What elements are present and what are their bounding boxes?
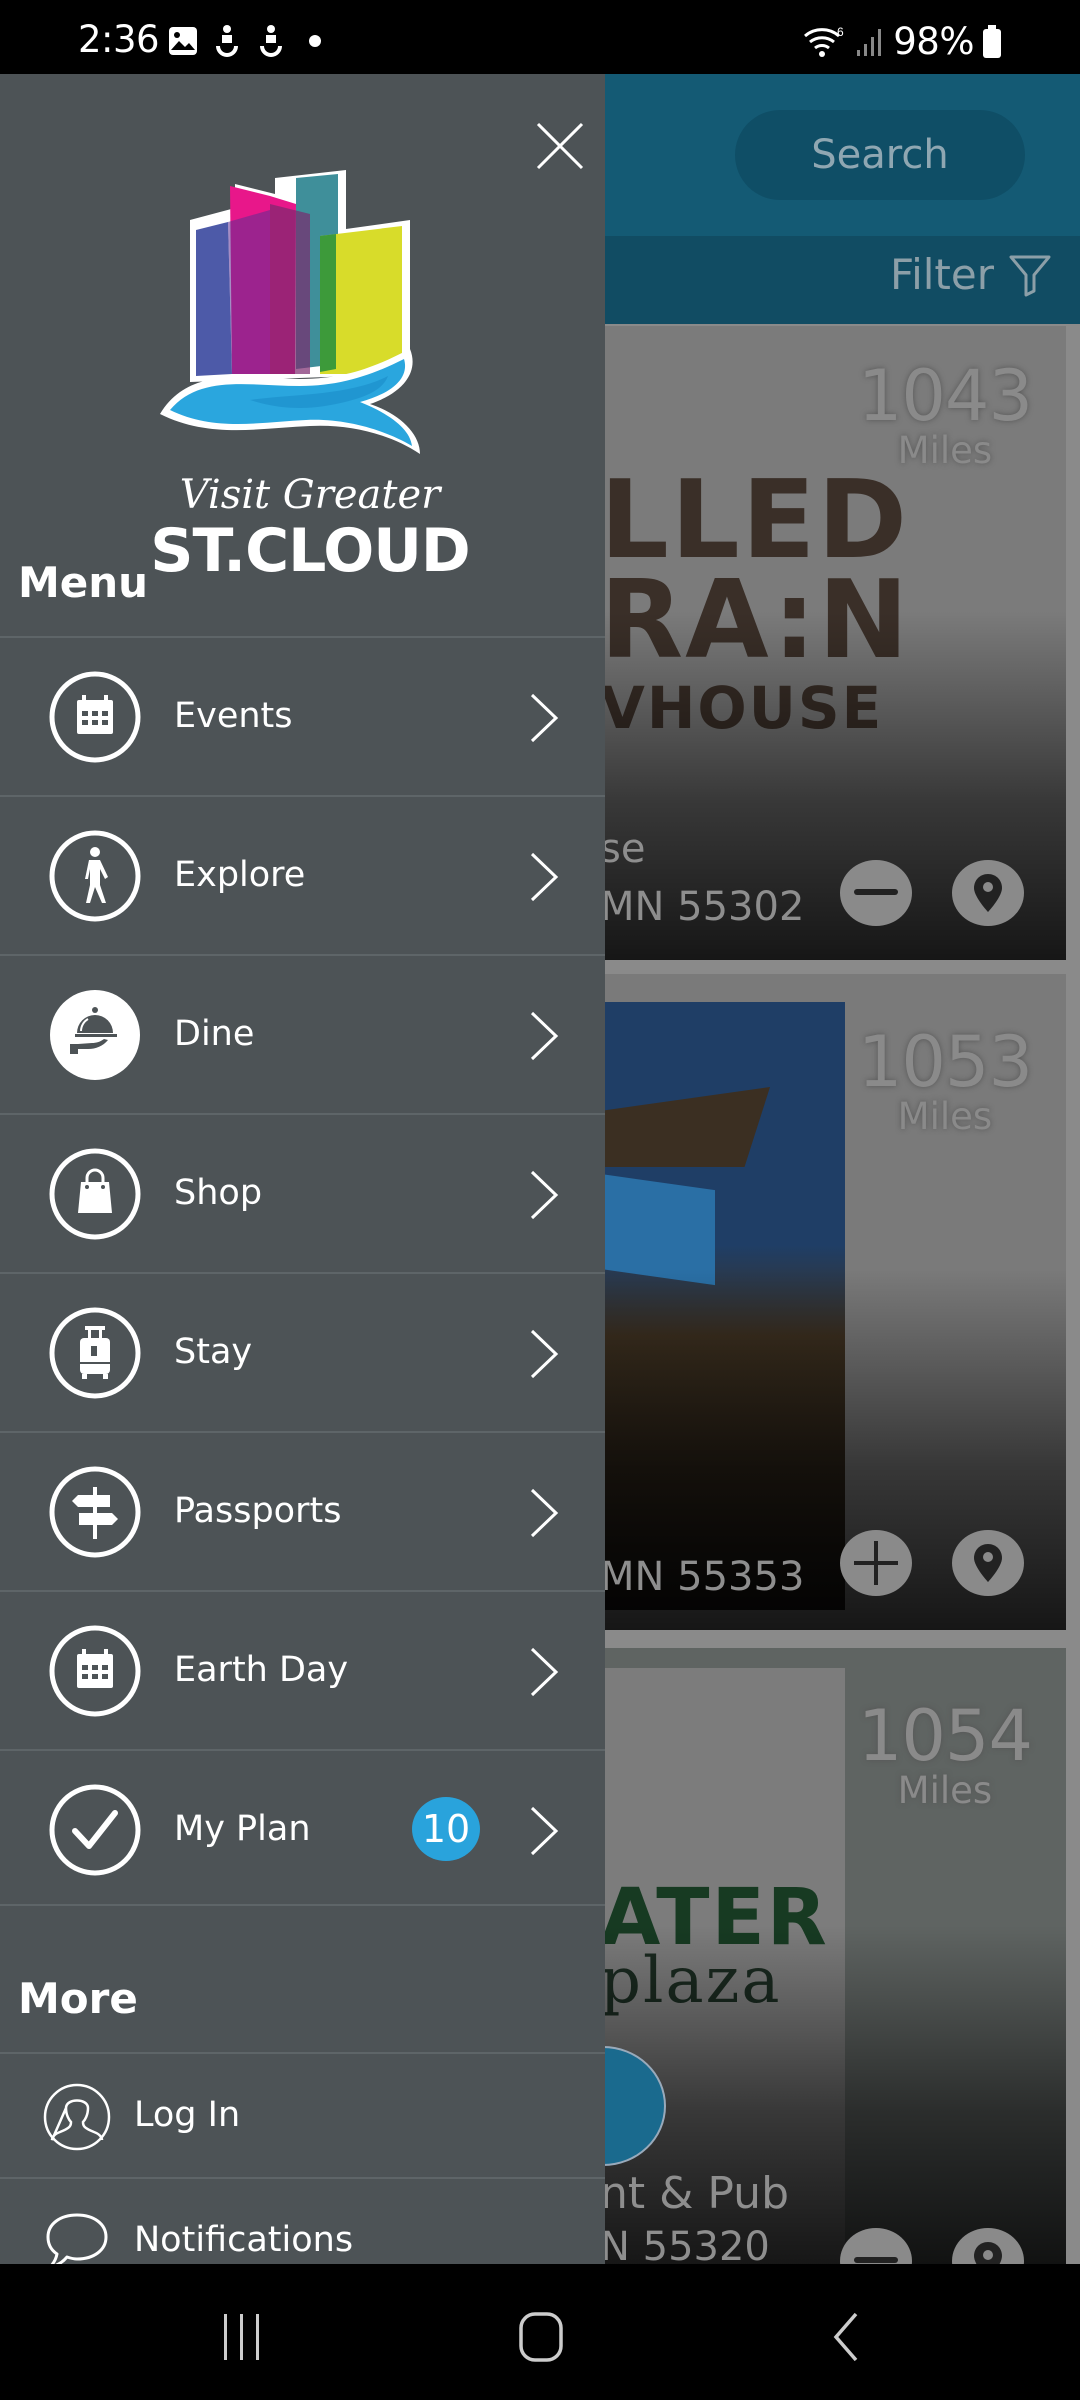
luggage-icon (49, 1307, 141, 1399)
menu-item-my-plan[interactable]: My Plan 10 (0, 1751, 605, 1908)
checkmark-icon (49, 1784, 141, 1876)
filter-button[interactable]: Filter (890, 250, 1052, 299)
search-button[interactable]: Search (735, 110, 1025, 200)
walking-person-icon (49, 830, 141, 922)
recent-apps-icon[interactable] (218, 2310, 266, 2364)
accessibility-icon (216, 25, 238, 57)
minus-icon (854, 2257, 898, 2263)
signpost-icon (49, 1466, 141, 1558)
calendar-icon (49, 671, 141, 763)
battery-icon (983, 24, 1001, 58)
menu-section-title: Menu (18, 558, 149, 607)
system-icons: 6 98% (803, 20, 1002, 63)
map-pin-icon (974, 874, 1002, 912)
dot-icon (309, 35, 321, 47)
calendar-icon (49, 1625, 141, 1717)
serving-cloche-icon (50, 990, 140, 1080)
chevron-right-icon (530, 693, 559, 743)
logo-st-cloud: ST.CLOUD (150, 516, 470, 586)
menu-item-events[interactable]: Events (0, 638, 605, 795)
chevron-right-icon (530, 1011, 559, 1061)
home-icon[interactable] (518, 2310, 566, 2364)
system-nav-bar (0, 2264, 1080, 2400)
map-pin-icon (974, 2242, 1002, 2264)
menu-item-explore[interactable]: Explore (0, 797, 605, 954)
status-time: 2:36 (78, 18, 160, 61)
menu-item-label: Explore (174, 855, 306, 895)
funnel-icon (1009, 255, 1051, 296)
menu-item-label: Shop (174, 1173, 263, 1213)
user-icon (43, 2083, 111, 2151)
menu-item-label: Dine (174, 1014, 255, 1054)
divider (0, 1904, 605, 1906)
menu-item-label: Earth Day (174, 1650, 349, 1690)
more-item-log-in[interactable]: Log In (0, 2054, 605, 2177)
distance: 1053 Miles (857, 1021, 1033, 1138)
status-bar: 2:36 6 98% (0, 0, 1080, 74)
notification-icons (168, 24, 330, 58)
logo-visit-greater: Visit Greater (179, 472, 441, 518)
map-location-button[interactable] (952, 860, 1024, 926)
close-icon (536, 122, 584, 170)
remove-from-plan-button[interactable] (840, 860, 912, 926)
battery-percent: 98% (893, 20, 974, 63)
plus-icon (854, 1541, 898, 1585)
shopping-bag-icon (49, 1148, 141, 1240)
my-plan-count-badge: 10 (412, 1797, 480, 1861)
chevron-right-icon (530, 1806, 559, 1856)
menu-item-label: My Plan (174, 1809, 311, 1849)
map-location-button[interactable] (952, 1530, 1024, 1596)
filter-label: Filter (889, 250, 994, 299)
back-icon[interactable] (826, 2310, 866, 2364)
listing-address: N 55320 (600, 2224, 770, 2264)
accessibility-icon (260, 25, 282, 57)
signal-icon (857, 28, 882, 56)
listing-card[interactable]: 1053 Miles MN 55353 (600, 974, 1066, 1630)
listing-address: MN 55353 (600, 1554, 805, 1600)
listing-card[interactable]: ATER plaza 1054 Miles nt & Pub N 55320 (600, 1648, 1066, 2264)
city-skyline-wave-logo-icon (160, 170, 420, 454)
menu-item-dine[interactable]: Dine (0, 956, 605, 1113)
distance: 1043 Miles (857, 355, 1033, 472)
more-section-title: More (18, 1974, 138, 2023)
close-drawer-button[interactable] (532, 118, 588, 174)
menu-item-label: Passports (174, 1491, 342, 1531)
menu-item-shop[interactable]: Shop (0, 1115, 605, 1272)
menu-item-label: Stay (174, 1332, 253, 1372)
visit-greater-st-cloud-logo: Visit Greater ST.CLOUD (120, 164, 500, 586)
menu-item-stay[interactable]: Stay (0, 1274, 605, 1431)
menu-item-passports[interactable]: Passports (0, 1433, 605, 1590)
listing-address: MN 55302 (600, 884, 805, 930)
wifi-6-icon: 6 (804, 25, 844, 57)
map-pin-icon (974, 1544, 1002, 1582)
distance: 1054 Miles (857, 1695, 1033, 1812)
menu-item-label: Events (174, 696, 293, 736)
chevron-right-icon (530, 1647, 559, 1697)
more-item-notifications[interactable]: Notifications (0, 2179, 605, 2264)
chevron-right-icon (530, 1488, 559, 1538)
more-item-label: Log In (134, 2095, 241, 2135)
minus-icon (854, 889, 898, 895)
svg-text:6: 6 (837, 25, 844, 39)
listing-name: nt & Pub (600, 2168, 789, 2219)
navigation-drawer: Visit Greater ST.CLOUD Menu Events Explo… (0, 74, 605, 2264)
speech-bubble-icon (46, 2213, 108, 2264)
listing-name: se (600, 826, 646, 872)
chevron-right-icon (530, 1329, 559, 1379)
more-item-label: Notifications (134, 2220, 354, 2260)
chevron-right-icon (530, 1170, 559, 1220)
chevron-right-icon (530, 852, 559, 902)
listing-card[interactable]: LLED RA:N VHOUSE 1043 Miles se MN 55302 (600, 326, 1066, 960)
menu-item-earth-day[interactable]: Earth Day (0, 1592, 605, 1749)
gallery-icon (169, 27, 197, 55)
add-to-plan-button[interactable] (840, 1530, 912, 1596)
